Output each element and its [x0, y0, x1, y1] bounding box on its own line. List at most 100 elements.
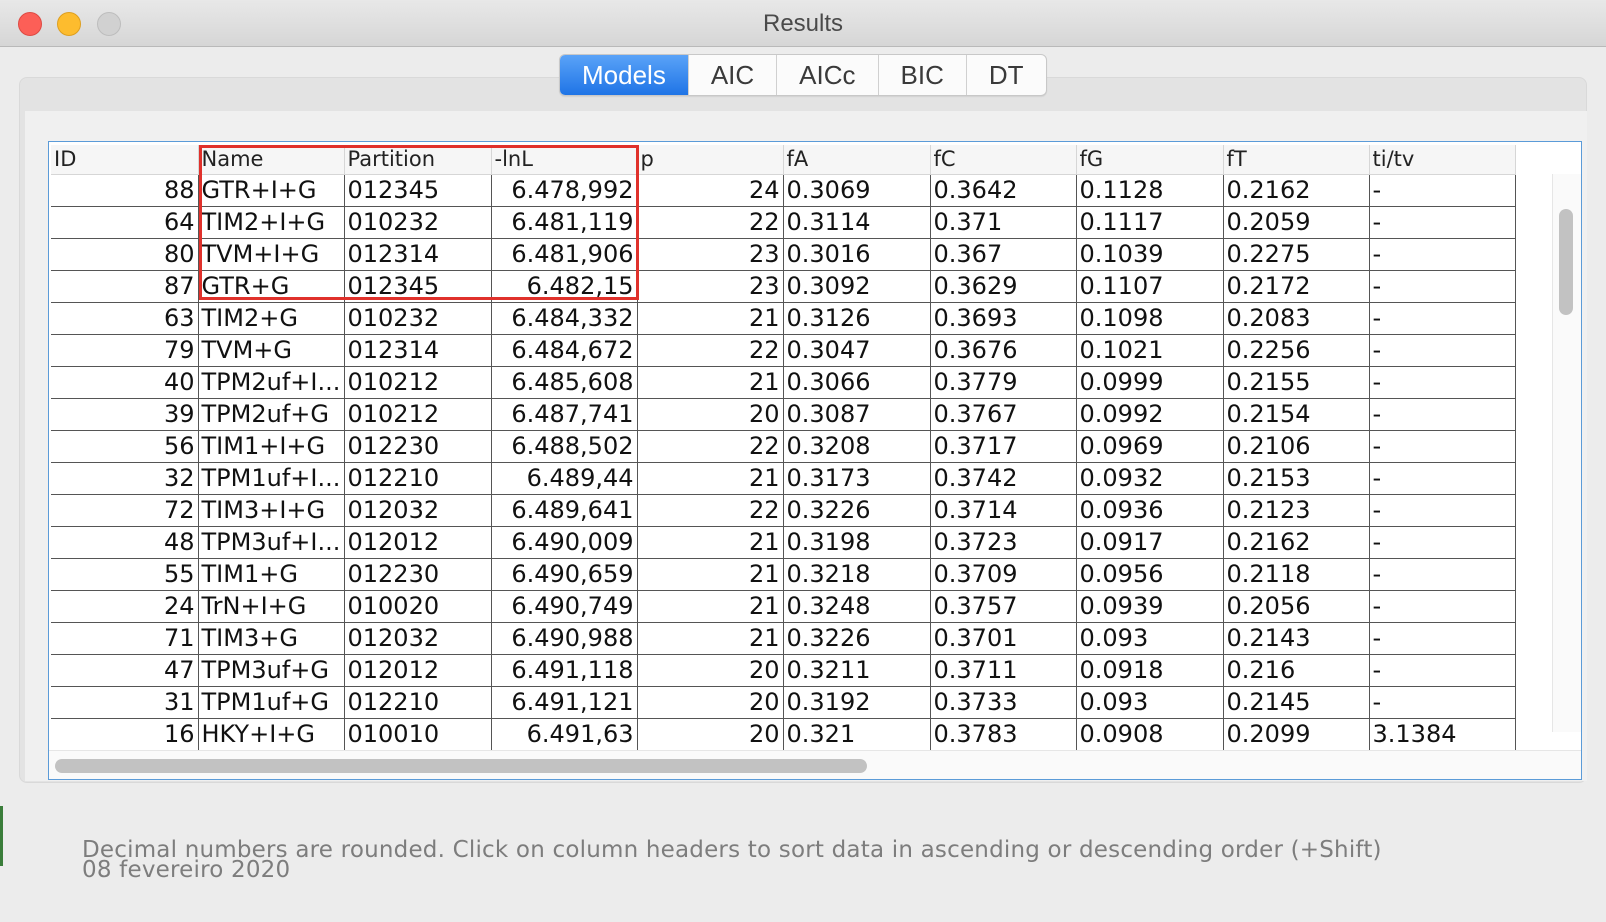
- column-header-id[interactable]: ID: [51, 145, 199, 175]
- table-cell: 55: [51, 558, 199, 591]
- table-cell: 010232: [344, 302, 492, 335]
- table-cell: 6.490,988: [491, 622, 638, 655]
- table-cell: 21: [637, 462, 784, 495]
- table-cell: 6.489,641: [491, 494, 638, 527]
- table-cell: 0.2162: [1223, 526, 1370, 559]
- table-row[interactable]: 47 TPM3uf+G 012012 6.491,118 20 0.3211 0.3711 0…: [51, 654, 1516, 687]
- table-cell: 24: [51, 590, 199, 623]
- table-cell: 3.1384: [1369, 718, 1516, 751]
- table-cell: 0.3717: [930, 430, 1077, 463]
- table-row[interactable]: 71 TIM3+G 012032 6.490,988 21 0.3226 0.3701 0.0…: [51, 622, 1516, 655]
- table-cell: 010010: [344, 718, 492, 751]
- table-row[interactable]: 88 GTR+I+G 012345 6.478,992 24 0.3069 0.3642 0.…: [51, 174, 1516, 207]
- table-cell: -: [1369, 174, 1516, 207]
- table-cell: 0.321: [783, 718, 931, 751]
- table-cell: TVM+I+G: [198, 238, 345, 271]
- tab-aicc[interactable]: AICc: [777, 55, 879, 95]
- tab-bar: Models AIC AICc BIC DT: [559, 54, 1047, 96]
- column-header-titv[interactable]: ti/tv: [1369, 145, 1516, 175]
- table-cell: 6.481,906: [491, 238, 638, 271]
- table-cell: -: [1369, 302, 1516, 335]
- table-cell: 0.3173: [783, 462, 931, 495]
- table-cell: -: [1369, 494, 1516, 527]
- table-cell: 012032: [344, 622, 492, 655]
- table-cell: 012314: [344, 238, 492, 271]
- table-row[interactable]: 80 TVM+I+G 012314 6.481,906 23 0.3016 0.367 0.1…: [51, 238, 1516, 271]
- table-row[interactable]: 63 TIM2+G 010232 6.484,332 21 0.3126 0.3693 0.1…: [51, 302, 1516, 335]
- horizontal-scroll-thumb[interactable]: [55, 759, 867, 773]
- table-cell: TIM3+I+G: [198, 494, 345, 527]
- table-cell: 0.3676: [930, 334, 1077, 367]
- table-cell: 0.3226: [783, 622, 931, 655]
- table-cell: 21: [637, 622, 784, 655]
- table-row[interactable]: 32 TPM1uf+I... 012210 6.489,44 21 0.3173 0.374…: [51, 462, 1516, 495]
- table-cell: 6.487,741: [491, 398, 638, 431]
- column-header-fc[interactable]: fC: [930, 145, 1077, 175]
- table-row[interactable]: 72 TIM3+I+G 012032 6.489,641 22 0.3226 0.3714 0…: [51, 494, 1516, 527]
- table-row[interactable]: 87 GTR+G 012345 6.482,15 23 0.3092 0.3629 0.110…: [51, 270, 1516, 303]
- table-cell: 0.3016: [783, 238, 931, 271]
- table-row[interactable]: 24 TrN+I+G 010020 6.490,749 21 0.3248 0.3757 0.…: [51, 590, 1516, 623]
- tab-bic[interactable]: BIC: [879, 55, 967, 95]
- column-header-lnl[interactable]: -lnL: [491, 145, 638, 175]
- table-row[interactable]: 55 TIM1+G 012230 6.490,659 21 0.3218 0.3709 0.0…: [51, 558, 1516, 591]
- table-cell: 6.491,118: [491, 654, 638, 687]
- vertical-scroll-thumb[interactable]: [1559, 209, 1573, 315]
- results-window: Results Models AIC AICc BIC DT ID Name P…: [0, 0, 1606, 922]
- table-cell: 0.3066: [783, 366, 931, 399]
- column-header-ft[interactable]: fT: [1223, 145, 1370, 175]
- table-row[interactable]: 64 TIM2+I+G 010232 6.481,119 22 0.3114 0.371 0.…: [51, 206, 1516, 239]
- table-cell: 20: [637, 654, 784, 687]
- column-header-fa[interactable]: fA: [783, 145, 931, 175]
- vertical-scrollbar[interactable]: [1552, 174, 1581, 732]
- table-row[interactable]: 39 TPM2uf+G 010212 6.487,741 20 0.3087 0.3767 0…: [51, 398, 1516, 431]
- column-header-fg[interactable]: fG: [1076, 145, 1224, 175]
- table-cell: 012032: [344, 494, 492, 527]
- table-cell: 010232: [344, 206, 492, 239]
- table-cell: 20: [637, 398, 784, 431]
- table-cell: 010020: [344, 590, 492, 623]
- table-cell: 0.3126: [783, 302, 931, 335]
- table-row[interactable]: 48 TPM3uf+I... 012012 6.490,009 21 0.3198 0.37…: [51, 526, 1516, 559]
- table-cell: 0.1107: [1076, 270, 1224, 303]
- table-row[interactable]: 16 HKY+I+G 010010 6.491,63 20 0.321 0.3783 0.09…: [51, 718, 1516, 751]
- title-bar: Results: [0, 0, 1606, 47]
- table-cell: 012012: [344, 654, 492, 687]
- tab-dt[interactable]: DT: [967, 55, 1046, 95]
- left-edge-strip: [0, 806, 3, 866]
- table-row[interactable]: 31 TPM1uf+G 012210 6.491,121 20 0.3192 0.3733 0…: [51, 686, 1516, 719]
- table-cell: TIM2+G: [198, 302, 345, 335]
- column-header-name[interactable]: Name: [198, 145, 345, 175]
- table-row[interactable]: 40 TPM2uf+I... 010212 6.485,608 21 0.3066 0.37…: [51, 366, 1516, 399]
- table-cell: 0.3701: [930, 622, 1077, 655]
- table-cell: -: [1369, 526, 1516, 559]
- table-cell: 012345: [344, 174, 492, 207]
- column-header-p[interactable]: p: [637, 145, 784, 175]
- tab-models[interactable]: Models: [560, 55, 689, 95]
- table-cell: 0.2162: [1223, 174, 1370, 207]
- table-cell: -: [1369, 334, 1516, 367]
- footer-date: 08 fevereiro 2020: [82, 857, 291, 883]
- table-cell: TIM2+I+G: [198, 206, 345, 239]
- table-cell: 012012: [344, 526, 492, 559]
- table-cell: 23: [637, 238, 784, 271]
- horizontal-scrollbar[interactable]: [49, 750, 1581, 779]
- table-row[interactable]: 79 TVM+G 012314 6.484,672 22 0.3047 0.3676 0.10…: [51, 334, 1516, 367]
- table-cell: 0.3208: [783, 430, 931, 463]
- table-cell: 0.0917: [1076, 526, 1224, 559]
- table-cell: -: [1369, 590, 1516, 623]
- table-cell: 0.2154: [1223, 398, 1370, 431]
- table-cell: 47: [51, 654, 199, 687]
- table-cell: 0.3733: [930, 686, 1077, 719]
- tab-aic[interactable]: AIC: [689, 55, 778, 95]
- table-cell: 0.3192: [783, 686, 931, 719]
- table-cell: 0.3092: [783, 270, 931, 303]
- column-header-partition[interactable]: Partition: [344, 145, 492, 175]
- table-row[interactable]: 56 TIM1+I+G 012230 6.488,502 22 0.3208 0.3717 0…: [51, 430, 1516, 463]
- table-cell: -: [1369, 622, 1516, 655]
- table-cell: 0.3211: [783, 654, 931, 687]
- table-cell: TIM1+I+G: [198, 430, 345, 463]
- table-cell: 6.484,332: [491, 302, 638, 335]
- table-cell: 0.0932: [1076, 462, 1224, 495]
- table-cell: 0.371: [930, 206, 1077, 239]
